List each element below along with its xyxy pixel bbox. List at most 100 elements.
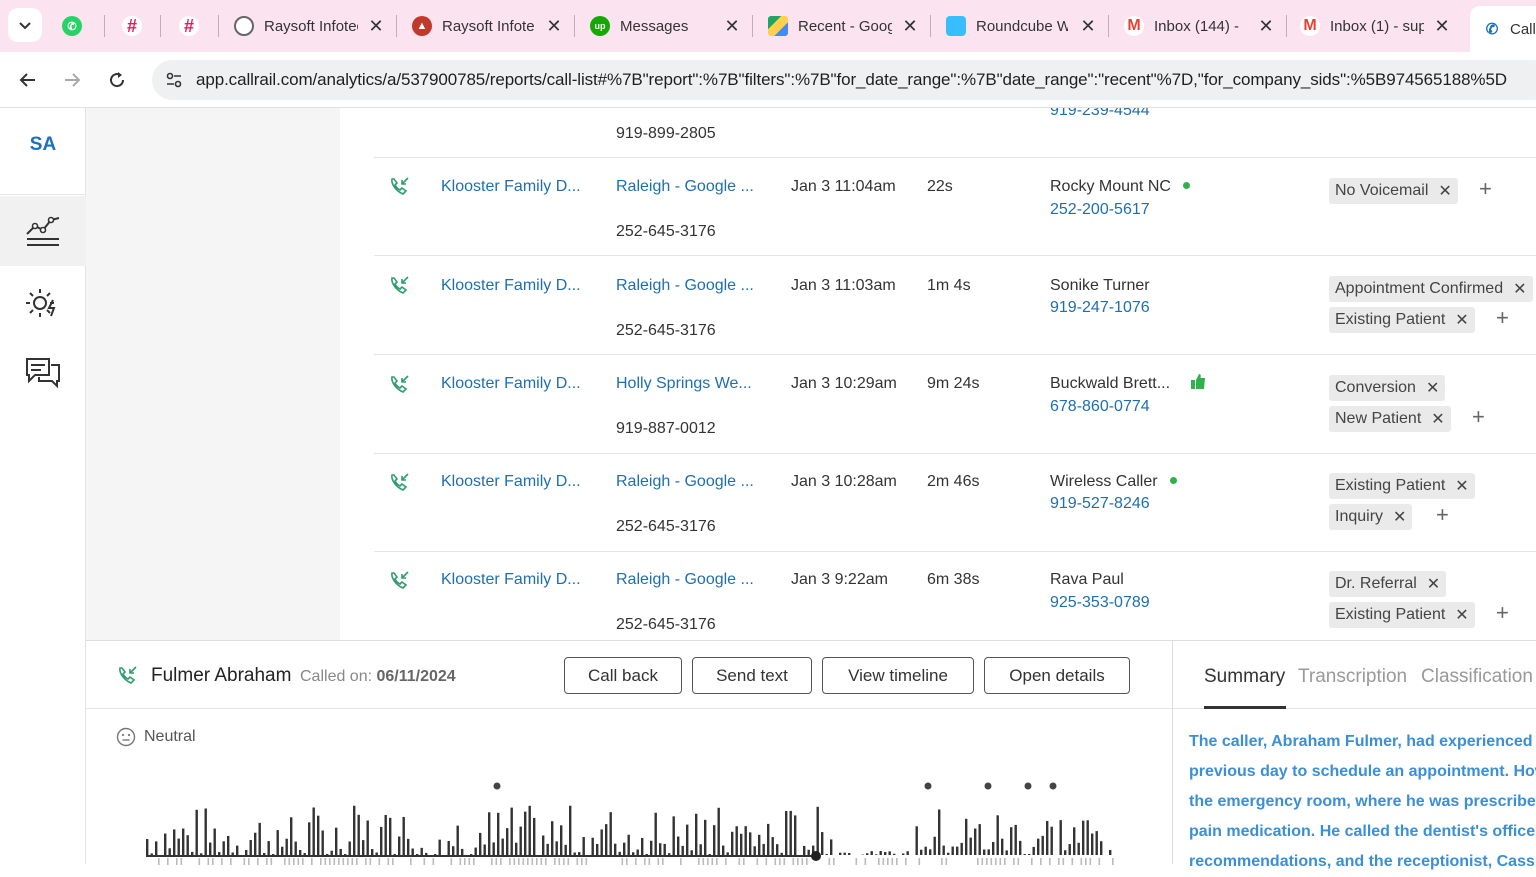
arrow-right-icon	[62, 70, 82, 90]
summary-line: previous day to schedule an appointment.…	[1189, 757, 1536, 787]
tab-transcription[interactable]: Transcription	[1298, 666, 1407, 688]
add-tag-button[interactable]: +	[1496, 600, 1509, 626]
keyword-marker[interactable]	[494, 783, 501, 790]
browser-tab-whatsapp[interactable]: ✆	[62, 6, 102, 46]
gear-bolt-icon	[25, 286, 61, 320]
audio-waveform[interactable]	[142, 771, 1122, 865]
browser-tab-strip: ✆ # # Raysoft Infotech ✕ ▲ Raysoft Infot…	[0, 0, 1536, 52]
caller-phone-link[interactable]: 925-353-0789	[1050, 594, 1150, 612]
company-link[interactable]: Klooster Family D...	[441, 277, 581, 295]
waveform-bar	[691, 850, 693, 855]
caller-phone-link[interactable]: 252-200-5617	[1050, 201, 1150, 219]
tab-classification[interactable]: Classification	[1421, 666, 1533, 688]
add-tag-button[interactable]: +	[1436, 502, 1449, 528]
company-link[interactable]: Klooster Family D...	[441, 473, 581, 491]
waveform-bar	[254, 833, 256, 855]
company-link[interactable]: Klooster Family D...	[441, 375, 581, 393]
sentiment-indicator: Neutral	[116, 727, 196, 747]
remove-tag-icon[interactable]: ✕	[1513, 279, 1526, 299]
table-row[interactable]: Klooster Family D... Raleigh - Google ..…	[374, 158, 1536, 256]
waveform-bar	[412, 848, 414, 855]
source-link[interactable]: Raleigh - Google ...	[616, 277, 754, 295]
close-icon[interactable]: ✕	[366, 16, 386, 36]
waveform-bar	[520, 827, 522, 855]
keyword-marker[interactable]	[985, 783, 992, 790]
company-link[interactable]: Klooster Family D...	[441, 178, 581, 196]
caller-phone-link[interactable]: 919-239-4544	[1050, 108, 1150, 120]
remove-tag-icon[interactable]: ✕	[1455, 605, 1468, 625]
table-row[interactable]: Klooster Family D... Raleigh - Google ..…	[374, 257, 1536, 355]
source-link[interactable]: Holly Springs We...	[616, 375, 752, 393]
tab-search-button[interactable]	[8, 8, 42, 42]
browser-tab-slack-2[interactable]: #	[179, 6, 219, 46]
tab-title: Call	[1510, 21, 1536, 38]
open-details-button[interactable]: Open details	[984, 657, 1130, 694]
browser-tab-gmail-1[interactable]: M Inbox (144) - ✕	[1124, 6, 1280, 46]
close-icon[interactable]: ✕	[1078, 16, 1098, 36]
sentiment-label: Neutral	[144, 728, 196, 746]
company-link[interactable]: Klooster Family D...	[441, 571, 581, 589]
waveform-bar	[218, 852, 220, 855]
keyword-marker[interactable]	[1050, 783, 1057, 790]
nav-messages[interactable]	[0, 338, 86, 408]
browser-tab-messages[interactable]: up Messages ✕	[590, 6, 746, 46]
table-row[interactable]: Klooster Family D... Holly Springs We...…	[374, 356, 1536, 454]
remove-tag-icon[interactable]: ✕	[1427, 574, 1440, 594]
call-back-button[interactable]: Call back	[564, 657, 682, 694]
send-text-button[interactable]: Send text	[692, 657, 812, 694]
remove-tag-icon[interactable]: ✕	[1426, 378, 1439, 398]
remove-tag-icon[interactable]: ✕	[1393, 507, 1406, 527]
keyword-marker[interactable]	[925, 783, 932, 790]
source-link[interactable]: Raleigh - Google ...	[616, 473, 754, 491]
source-link[interactable]: Raleigh - Google ...	[616, 571, 754, 589]
address-bar[interactable]: app.callrail.com/analytics/a/537900785/r…	[152, 60, 1536, 100]
waveform-bar	[934, 837, 936, 855]
keyword-marker[interactable]	[1025, 783, 1032, 790]
add-tag-button[interactable]: +	[1472, 404, 1485, 430]
remove-tag-icon[interactable]: ✕	[1455, 476, 1468, 496]
view-timeline-button[interactable]: View timeline	[822, 657, 974, 694]
table-row[interactable]: Klooster Family D... Raleigh - Google ..…	[374, 552, 1536, 640]
remove-tag-icon[interactable]: ✕	[1438, 181, 1451, 201]
add-tag-button[interactable]: +	[1479, 176, 1492, 202]
playhead[interactable]	[811, 851, 821, 861]
close-icon[interactable]: ✕	[1256, 16, 1276, 36]
source-link[interactable]: Raleigh - Google ...	[616, 178, 754, 196]
remove-tag-icon[interactable]: ✕	[1431, 409, 1444, 429]
browser-tab-google-drive[interactable]: Recent - Google Drive ✕	[768, 6, 924, 46]
table-row[interactable]: 919-239-4544 919-899-2805	[374, 108, 1536, 158]
nav-settings[interactable]	[0, 268, 86, 338]
tab-separator	[752, 15, 753, 37]
close-icon[interactable]: ✕	[1432, 16, 1452, 36]
close-icon[interactable]: ✕	[900, 16, 920, 36]
waveform-bar	[1091, 833, 1093, 855]
inbound-call-icon	[388, 472, 410, 494]
caller-phone-link[interactable]: 919-247-1076	[1050, 299, 1150, 317]
forward-button[interactable]	[56, 64, 88, 96]
browser-tab-roundcube[interactable]: Roundcube Webmail ✕	[946, 6, 1102, 46]
table-row[interactable]: Klooster Family D... Raleigh - Google ..…	[374, 454, 1536, 552]
caller-phone-link[interactable]: 919-527-8246	[1050, 495, 1150, 513]
summary-line: the emergency room, where he was prescri…	[1189, 787, 1536, 817]
add-tag-button[interactable]: +	[1496, 305, 1509, 331]
tab-summary[interactable]: Summary	[1204, 666, 1285, 688]
reload-button[interactable]	[101, 64, 133, 96]
back-button[interactable]	[12, 64, 44, 96]
browser-tab-call-active[interactable]: ✆ Call	[1470, 6, 1536, 52]
gmail-icon: M	[1124, 16, 1144, 36]
waveform-bar	[821, 832, 823, 855]
close-icon[interactable]: ✕	[722, 16, 742, 36]
browser-tab-slack-1[interactable]: #	[122, 6, 162, 46]
waveform-bar	[164, 834, 166, 855]
waveform-bar	[236, 846, 238, 855]
site-settings-icon[interactable]	[156, 62, 192, 98]
account-avatar[interactable]: SA	[0, 134, 86, 156]
browser-tab-raysoft-2[interactable]: ▲ Raysoft Infotech ✕	[412, 6, 568, 46]
caller-phone-link[interactable]: 678-860-0774	[1050, 398, 1150, 416]
waveform-bar	[713, 825, 715, 855]
nav-analytics[interactable]	[0, 196, 86, 266]
remove-tag-icon[interactable]: ✕	[1455, 310, 1468, 330]
close-icon[interactable]: ✕	[544, 16, 564, 36]
browser-tab-raysoft-1[interactable]: Raysoft Infotech ✕	[234, 6, 390, 46]
browser-tab-gmail-2[interactable]: M Inbox (1) - support ✕	[1300, 6, 1456, 46]
